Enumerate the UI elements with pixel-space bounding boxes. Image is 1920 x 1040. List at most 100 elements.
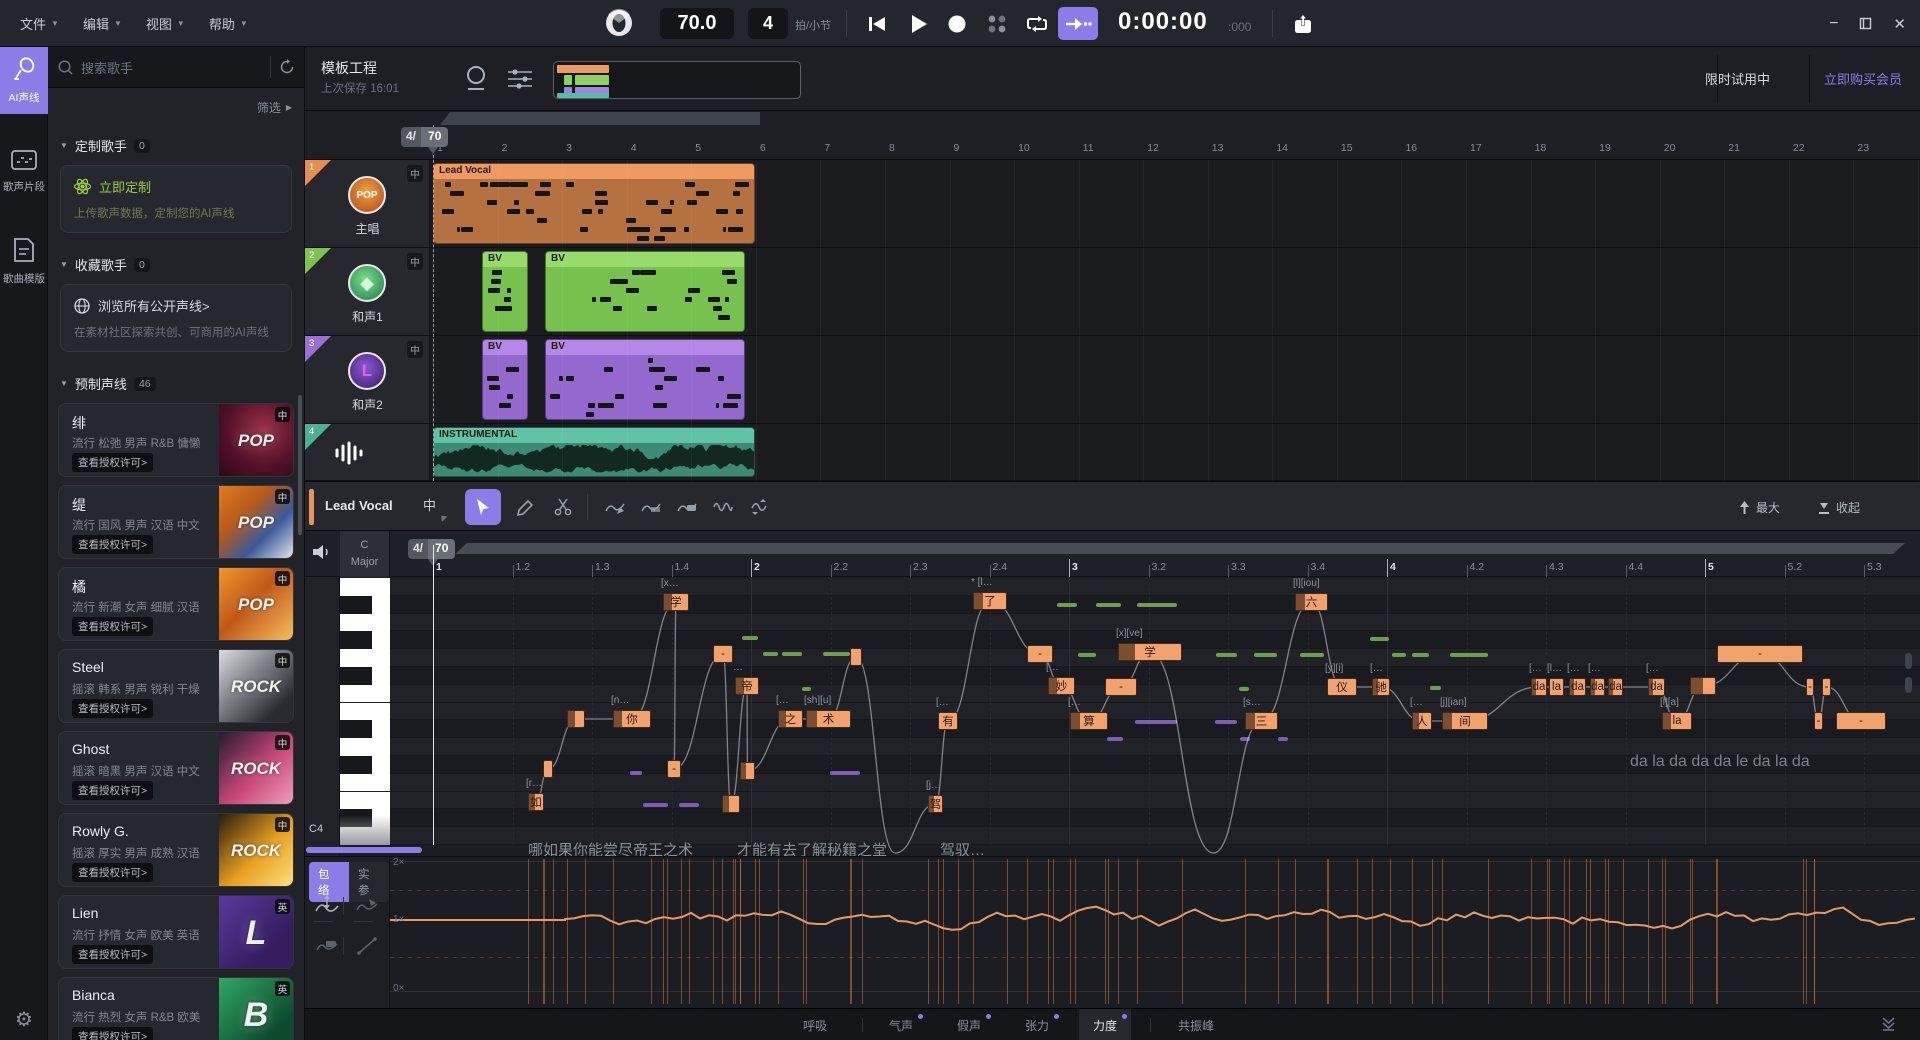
param-line-tool[interactable] (350, 931, 384, 961)
mixer-icon[interactable] (507, 67, 533, 94)
clip-bv[interactable]: BV (545, 251, 745, 332)
track-header-1[interactable]: 1中POP主唱 (305, 160, 430, 247)
record-button[interactable] (940, 7, 974, 40)
sidebar-scrollbar[interactable] (298, 395, 302, 535)
note--[interactable]: - (1027, 645, 1053, 663)
license-link[interactable]: 查看授权许可> (72, 945, 153, 964)
pitch-transition-tool[interactable] (741, 489, 777, 525)
vertical-scrollbar[interactable] (1905, 653, 1912, 669)
arrangement-ruler[interactable]: 123456789101112131415161718192021222324 (305, 111, 1920, 160)
track-header-2[interactable]: 2中◆和声1 (305, 248, 430, 335)
note--[interactable]: - (1105, 678, 1137, 696)
track-header-3[interactable]: 3中L和声2 (305, 336, 430, 423)
param-tab-呼吸[interactable]: 呼吸 (789, 1009, 841, 1040)
curve-transform-tool[interactable] (310, 891, 344, 921)
search-input[interactable]: 搜索歌手 (81, 58, 262, 77)
note-妙[interactable]: 妙 (1048, 677, 1075, 695)
note-之[interactable]: 之 (778, 710, 803, 728)
pencil-tool[interactable] (507, 489, 543, 525)
project-overview-minimap[interactable] (553, 61, 801, 99)
vertical-scrollbar[interactable] (1905, 677, 1912, 693)
track-header-4[interactable]: 4 (305, 424, 430, 480)
settings-gear-icon[interactable]: ⚙ (0, 1007, 48, 1032)
clip-lead-vocal[interactable]: Lead Vocal (433, 163, 755, 244)
license-link[interactable]: 查看授权许可> (72, 1027, 153, 1040)
note-da[interactable]: da (1531, 678, 1547, 696)
maximize-button[interactable] (1860, 16, 1871, 32)
play-button[interactable] (902, 7, 936, 40)
param-tab-假声[interactable]: 假声 (943, 1009, 995, 1040)
collapse-panel-icon[interactable] (1881, 1017, 1896, 1036)
note-算[interactable]: 算 (1070, 712, 1108, 730)
lyric-language-selector[interactable]: 中 (423, 495, 436, 514)
parameter-graph[interactable]: 2× 1× 0× (390, 857, 1920, 1006)
singer-card-绯[interactable]: 绯流行 松弛 男声 R&B 慵懒查看授权许可>POP中 (58, 403, 294, 477)
metronome-icon[interactable] (605, 9, 633, 42)
param-tab-张力[interactable]: 张力 (1011, 1009, 1063, 1040)
singer-card-Ghost[interactable]: Ghost摇滚 暗黑 男声 汉语 中文查看授权许可>ROCK中 (58, 731, 294, 805)
editor-playhead[interactable] (433, 545, 434, 845)
note-帝[interactable]: 帝 (735, 677, 759, 695)
note-学[interactable]: 学 (1118, 643, 1182, 661)
clip-bv[interactable]: BV (545, 339, 745, 420)
note-了[interactable]: 了 (973, 592, 1007, 610)
note--[interactable]: - (713, 645, 733, 663)
note-da[interactable]: da (1608, 678, 1623, 696)
singer-card-Lien[interactable]: Lien流行 抒情 女声 欧美 英语查看授权许可>L英 (58, 895, 294, 969)
note--[interactable]: - (1806, 678, 1814, 696)
maximize-editor-button[interactable]: 最大 (1739, 499, 1780, 516)
follow-playhead-button[interactable] (1058, 7, 1098, 40)
browse-voices-card[interactable]: 浏览所有公开声线> 在素材社区探索共创、可商用的AI声线 (60, 284, 292, 352)
note-你[interactable]: 你 (613, 710, 651, 728)
clip-bv[interactable]: BV (482, 251, 528, 332)
note[interactable] (722, 795, 740, 813)
search-bar[interactable]: 搜索歌手 (48, 47, 305, 88)
rail-tab-2[interactable]: 歌声片段 (0, 140, 48, 203)
note--[interactable]: - (1836, 712, 1886, 730)
note-da[interactable]: da (1648, 678, 1665, 696)
param-eraser-tool[interactable] (310, 931, 344, 961)
close-button[interactable]: ✕ (1893, 15, 1906, 33)
section-custom-singers[interactable]: ▼ 定制歌手 0 (60, 136, 292, 155)
curve-eraser-tool[interactable] (669, 489, 705, 525)
time-signature-badge[interactable]: 4/70 (401, 127, 448, 147)
note-六[interactable]: 六 (1295, 593, 1328, 611)
note-人[interactable]: 人 (1412, 712, 1432, 730)
note-da[interactable]: da (1569, 678, 1586, 696)
buy-membership-link[interactable]: 立即购买会员 (1824, 69, 1902, 88)
rail-tab-1[interactable]: AI声线 (0, 47, 48, 114)
note-da[interactable]: da (1590, 678, 1605, 696)
track-avatar[interactable]: ◆ (348, 264, 386, 302)
note-驰[interactable]: 驰 (1372, 678, 1390, 696)
export-icon[interactable] (1286, 7, 1320, 40)
note[interactable] (850, 648, 862, 666)
track-avatar[interactable]: L (348, 352, 386, 390)
note-术[interactable]: 术 (806, 710, 851, 728)
param-tab-气声[interactable]: 气声 (875, 1009, 927, 1040)
menu-3[interactable]: 视图▼ (146, 14, 185, 33)
singer-card-Steel[interactable]: Steel摇滚 韩系 男声 锐利 干燥查看授权许可>ROCK中 (58, 649, 294, 723)
license-link[interactable]: 查看授权许可> (72, 617, 153, 636)
vibrato-tool[interactable] (705, 489, 741, 525)
tempo-display[interactable]: 70.0 (660, 8, 734, 39)
note-学[interactable]: 学 (663, 593, 689, 611)
section-preset-voices[interactable]: ▼ 预制声线 46 (60, 374, 292, 393)
note-la[interactable]: la (1662, 712, 1692, 730)
singer-card-Bianca[interactable]: Bianca流行 热烈 女声 R&B 欧美查看授权许可>B英 (58, 977, 294, 1040)
license-link[interactable]: 查看授权许可> (72, 781, 153, 800)
loop-icon[interactable] (1020, 7, 1054, 40)
custom-singer-card[interactable]: 立即定制 上传歌声数据，定制您的AI声线 (60, 165, 292, 233)
minimize-button[interactable]: − (1829, 15, 1838, 33)
note--[interactable]: - (1717, 645, 1803, 663)
license-link[interactable]: 查看授权许可> (72, 453, 153, 472)
note-la[interactable]: la (1549, 678, 1564, 696)
note[interactable] (567, 710, 585, 728)
note-如[interactable]: 如 (528, 793, 544, 811)
editor-time-signature-badge[interactable]: 4/70 (408, 539, 455, 559)
note--[interactable]: - (1822, 678, 1831, 696)
note--[interactable]: - (667, 760, 681, 778)
beats-per-bar-display[interactable]: 4 (748, 8, 788, 39)
grid-mode-icon[interactable] (980, 7, 1014, 40)
clip-bv[interactable]: BV (482, 339, 528, 420)
filter-button[interactable]: 筛选▶ (257, 99, 292, 116)
